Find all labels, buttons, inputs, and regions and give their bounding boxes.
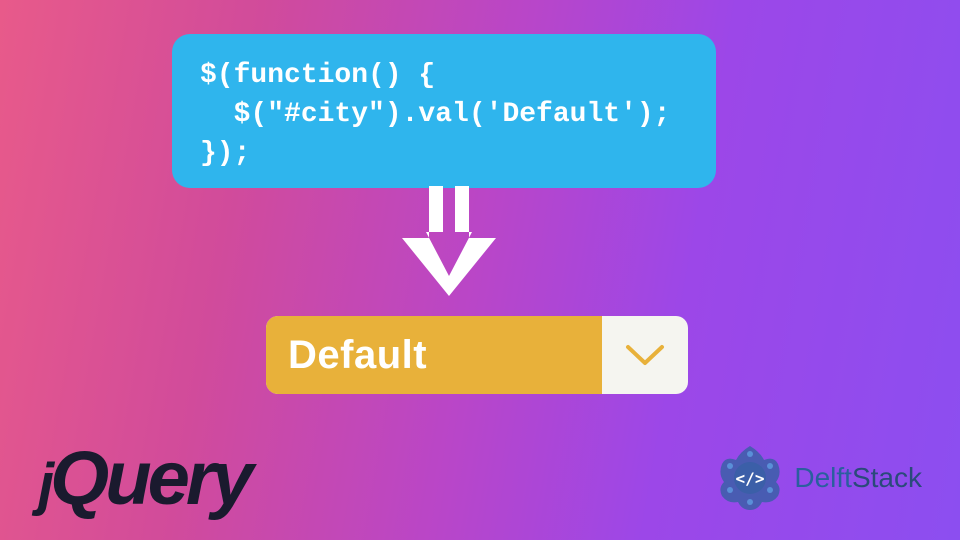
code-line-1: $(function() { xyxy=(200,60,435,91)
delftstack-logo: </> DelftStack xyxy=(712,440,922,516)
dropdown-selected-value: Default xyxy=(266,316,602,394)
jquery-logo: jQuery xyxy=(38,435,250,522)
dropdown-select[interactable]: Default xyxy=(266,316,688,394)
delftstack-text: DelftStack xyxy=(794,462,922,494)
delftstack-icon: </> xyxy=(712,440,788,516)
code-line-2: $("#city").val('Default'); xyxy=(200,99,670,130)
svg-text:</>: </> xyxy=(736,469,765,488)
chevron-down-icon xyxy=(624,341,666,369)
arrow-down-icon xyxy=(394,186,504,308)
code-line-3: }); xyxy=(200,138,250,169)
code-snippet-box: $(function() { $("#city").val('Default')… xyxy=(172,34,716,188)
dropdown-chevron-area xyxy=(602,316,688,394)
